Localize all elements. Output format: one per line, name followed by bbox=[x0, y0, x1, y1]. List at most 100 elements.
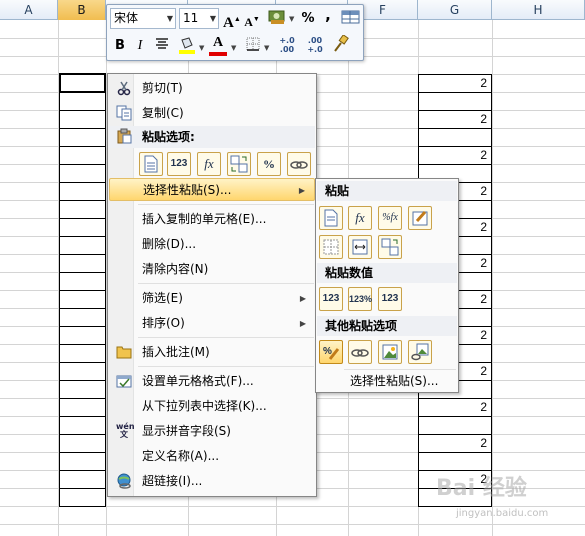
menu-item-copy[interactable]: 复制(C) bbox=[109, 102, 315, 125]
table-format-icon bbox=[341, 10, 360, 24]
menu-item-insert-copied[interactable]: 插入复制的单元格(E)... bbox=[109, 208, 315, 231]
menu-separator bbox=[138, 204, 314, 205]
paint-bucket-icon bbox=[179, 37, 195, 54]
paste-no-borders-button[interactable] bbox=[319, 235, 343, 259]
cell-g[interactable]: 2 bbox=[420, 112, 490, 130]
cell-border bbox=[59, 416, 106, 417]
grow-font-button[interactable]: A▲ bbox=[223, 9, 241, 31]
shrink-font-icon: A bbox=[244, 15, 253, 29]
keep-source-format-icon bbox=[412, 211, 428, 226]
paste-formatting-button[interactable]: % bbox=[319, 340, 343, 364]
cell-border bbox=[59, 200, 106, 201]
menu-item-hyperlink[interactable]: 超链接(I)... bbox=[109, 470, 315, 493]
no-borders-icon bbox=[323, 239, 339, 255]
cell-border bbox=[59, 308, 106, 309]
bold-button[interactable]: B bbox=[112, 36, 128, 56]
paste-keep-width-button[interactable] bbox=[348, 235, 372, 259]
comma-style-button[interactable]: , bbox=[322, 5, 334, 25]
menu-item-label: 排序(O) bbox=[142, 316, 185, 330]
increase-decimal-button[interactable]: +.0 .00 bbox=[275, 36, 299, 56]
font-name-combo[interactable]: 宋体 ▼ bbox=[110, 8, 176, 29]
decrease-decimal-button[interactable]: .00 +.0 bbox=[303, 36, 327, 56]
paste-values-source-format-button[interactable]: 123 bbox=[378, 287, 402, 311]
column-header-b[interactable]: B bbox=[58, 0, 106, 20]
menu-item-cut[interactable]: 剪切(T) bbox=[109, 77, 315, 100]
cell-border bbox=[418, 398, 492, 399]
paste-linked-picture-button[interactable] bbox=[408, 340, 432, 364]
cell-border bbox=[59, 488, 106, 489]
paste-transpose-button[interactable] bbox=[227, 152, 251, 176]
paste-keep-source-button[interactable] bbox=[408, 206, 432, 230]
hyperlink-globe-icon bbox=[117, 473, 131, 489]
font-color-button[interactable]: A bbox=[209, 34, 227, 56]
submenu-item-paste-special[interactable]: 选择性粘贴(S)... bbox=[317, 370, 457, 392]
menu-item-phonetic[interactable]: wén 文 显示拼音字段(S) bbox=[109, 420, 315, 443]
font-name-value: 宋体 bbox=[114, 11, 139, 25]
paste-formatting-button[interactable]: % bbox=[257, 152, 281, 176]
paste-transpose-button[interactable] bbox=[378, 235, 402, 259]
italic-button[interactable]: I bbox=[133, 36, 147, 56]
cell-g[interactable]: 2 bbox=[420, 76, 490, 94]
paste-all-button[interactable] bbox=[319, 206, 343, 230]
align-center-button[interactable] bbox=[153, 36, 171, 56]
shrink-font-button[interactable]: A▼ bbox=[244, 9, 260, 29]
mini-toolbar: 宋体 ▼ 11 ▼ A▲ A▼ ▼ % , B I ▼ A ▼ ▼ +.0 .0… bbox=[106, 4, 364, 61]
paste-options-label: 粘贴选项: bbox=[142, 130, 195, 144]
menu-item-label: 超链接(I)... bbox=[142, 474, 203, 488]
submenu-arrow-icon: ▶ bbox=[298, 186, 305, 195]
menu-item-pick-list[interactable]: 从下拉列表中选择(K)... bbox=[109, 395, 315, 418]
align-center-icon bbox=[156, 38, 168, 49]
format-table-button[interactable] bbox=[341, 9, 361, 29]
menu-item-filter[interactable]: 筛选(E) ▶ bbox=[109, 287, 315, 310]
menu-item-label: 筛选(E) bbox=[142, 291, 183, 305]
cell-border bbox=[59, 290, 106, 291]
paste-picture-button[interactable] bbox=[378, 340, 402, 364]
link-icon bbox=[290, 161, 308, 169]
currency-format-button[interactable] bbox=[266, 8, 288, 28]
cell-g[interactable]: 2 bbox=[420, 436, 490, 454]
svg-text:%: % bbox=[323, 346, 332, 357]
cell-border bbox=[418, 146, 492, 147]
menu-item-sort[interactable]: 排序(O) ▶ bbox=[109, 312, 315, 335]
picture-icon bbox=[382, 344, 398, 360]
menu-item-label: 剪切(T) bbox=[142, 81, 183, 95]
menu-item-clear[interactable]: 清除内容(N) bbox=[109, 258, 315, 281]
paste-button[interactable] bbox=[139, 152, 163, 176]
paste-special-submenu: 粘贴 fx %fx 粘贴数值 123 123% 123 其他粘贴选项 % 选择性… bbox=[315, 178, 459, 393]
fill-color-button[interactable] bbox=[177, 36, 197, 56]
menu-item-paste-special[interactable]: 选择性粘贴(S)... ▶ bbox=[109, 178, 315, 201]
cell-g[interactable]: 2 bbox=[420, 148, 490, 166]
menu-item-format-cells[interactable]: 设置单元格格式(F)... bbox=[109, 370, 315, 393]
paste-values-button[interactable]: 123 bbox=[319, 287, 343, 311]
paste-values-number-format-button[interactable]: 123% bbox=[348, 287, 372, 311]
menu-item-delete[interactable]: 删除(D)... bbox=[109, 233, 315, 256]
submenu-arrow-icon: ▶ bbox=[299, 319, 306, 328]
column-header-g[interactable]: G bbox=[418, 0, 492, 20]
chevron-down-icon: ▼ bbox=[166, 14, 173, 23]
paste-formulas-number-format-button[interactable]: %fx bbox=[378, 206, 402, 230]
format-painter-button[interactable] bbox=[331, 34, 351, 55]
menu-item-define-name[interactable]: 定义名称(A)... bbox=[109, 445, 315, 468]
link-icon bbox=[351, 349, 369, 357]
paste-link-button[interactable] bbox=[348, 340, 372, 364]
paste-formulas-button[interactable]: fx bbox=[348, 206, 372, 230]
cell-border bbox=[59, 398, 106, 399]
paste-values-button[interactable]: 123 bbox=[167, 152, 191, 176]
cell-border bbox=[59, 470, 106, 471]
borders-icon bbox=[246, 37, 260, 51]
active-cell[interactable] bbox=[59, 73, 106, 93]
cell-border bbox=[59, 452, 106, 453]
chevron-down-icon: ▼ bbox=[199, 44, 205, 52]
paste-link-button[interactable] bbox=[287, 152, 311, 176]
menu-separator bbox=[138, 283, 314, 284]
percent-style-button[interactable]: % bbox=[300, 9, 316, 29]
borders-button[interactable] bbox=[244, 36, 262, 56]
menu-item-label: 删除(D)... bbox=[142, 237, 197, 251]
column-header-h[interactable]: H bbox=[492, 0, 585, 20]
font-size-combo[interactable]: 11 ▼ bbox=[179, 8, 219, 29]
column-header-a[interactable]: A bbox=[0, 0, 58, 20]
menu-item-insert-comment[interactable]: 插入批注(M) bbox=[109, 341, 315, 364]
menu-item-label: 定义名称(A)... bbox=[142, 449, 220, 463]
cell-g[interactable]: 2 bbox=[420, 400, 490, 418]
paste-formulas-button[interactable]: fx bbox=[197, 152, 221, 176]
